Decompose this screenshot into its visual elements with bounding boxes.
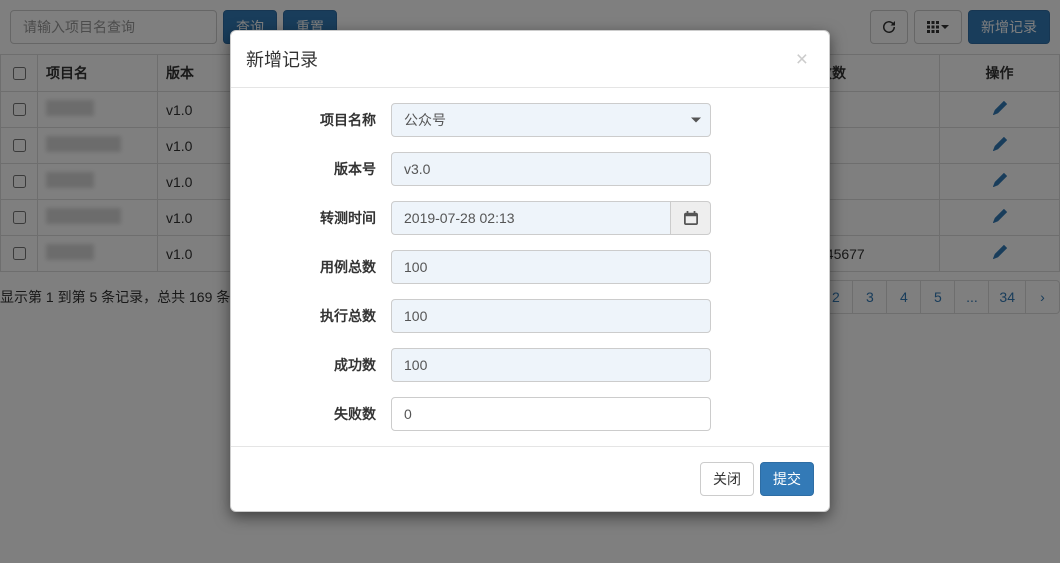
datepicker-button[interactable]	[671, 201, 711, 235]
field-label-executed: 执行总数	[251, 306, 391, 326]
test-time-input[interactable]	[391, 201, 671, 235]
modal-title: 新增记录	[246, 46, 318, 72]
field-label-total-cases: 用例总数	[251, 257, 391, 277]
total-cases-input[interactable]	[391, 250, 711, 284]
close-icon: ×	[796, 48, 808, 71]
version-input[interactable]	[391, 152, 711, 186]
add-record-modal: 新增记录 × 项目名称 公众号 版本号 转测时间	[230, 30, 830, 512]
modal-body: 项目名称 公众号 版本号 转测时间	[231, 88, 829, 446]
field-label-version: 版本号	[251, 159, 391, 179]
field-label-test-time: 转测时间	[251, 208, 391, 228]
modal-close-btn[interactable]: 关闭	[700, 462, 754, 496]
executed-input[interactable]	[391, 299, 711, 333]
modal-close-button[interactable]: ×	[790, 48, 814, 71]
success-input[interactable]	[391, 348, 711, 382]
modal-header: 新增记录 ×	[231, 31, 829, 88]
modal-footer: 关闭 提交	[231, 446, 829, 511]
field-label-project: 项目名称	[251, 110, 391, 130]
fail-input[interactable]	[391, 397, 711, 431]
calendar-icon	[684, 211, 698, 225]
field-label-success: 成功数	[251, 355, 391, 375]
modal-submit-btn[interactable]: 提交	[760, 462, 814, 496]
field-label-fail: 失败数	[251, 404, 391, 424]
project-select[interactable]: 公众号	[391, 103, 711, 137]
